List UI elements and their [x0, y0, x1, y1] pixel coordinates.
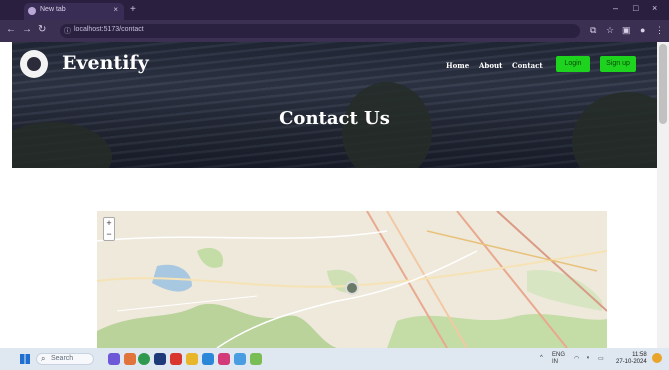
bookmark-icon[interactable]: ☆: [606, 25, 614, 36]
folder-icon[interactable]: [186, 353, 198, 365]
signup-button[interactable]: Sign up: [600, 56, 636, 72]
screen: New tab × + – □ × ← → ↻ ⓘ localhost:5173…: [0, 0, 669, 370]
map-zoom-control: + −: [103, 217, 115, 241]
site-info-icon[interactable]: ⓘ: [64, 26, 71, 36]
address-bar[interactable]: ⓘ localhost:5173/contact: [60, 24, 580, 38]
task-view-icon[interactable]: [108, 353, 120, 365]
clock-time: 11:58: [632, 352, 647, 358]
extensions-icon[interactable]: ▣: [622, 25, 631, 36]
search-icon: ⌕: [41, 354, 46, 363]
tray-language[interactable]: ENG IN: [552, 352, 565, 366]
app-icon[interactable]: [250, 353, 262, 365]
map-embed[interactable]: + −: [97, 211, 607, 348]
road: [116, 295, 258, 312]
tab-title: New tab: [40, 6, 66, 13]
start-icon[interactable]: [20, 354, 30, 364]
app-icon[interactable]: [170, 353, 182, 365]
logo-mark-icon: [27, 57, 41, 71]
hero-banner: Eventify Home About Contact Login Sign u…: [12, 42, 657, 168]
tray-chevron-icon[interactable]: ^: [540, 355, 543, 361]
install-icon[interactable]: ⧉: [590, 25, 596, 36]
zoom-in-button[interactable]: +: [104, 218, 114, 229]
tray-lang: ENG: [552, 352, 566, 358]
nav-contact[interactable]: Contact: [512, 61, 543, 70]
park-area: [197, 247, 223, 268]
search-placeholder: Search: [51, 355, 74, 362]
reload-icon[interactable]: ↻: [38, 24, 46, 35]
volume-icon[interactable]: ◖: [586, 355, 590, 361]
brand-name[interactable]: Eventify: [62, 52, 149, 74]
taskbar-search[interactable]: ⌕ Search: [36, 353, 94, 365]
widgets-icon[interactable]: [124, 353, 136, 365]
browser-toolbar: ← → ↻ ⓘ localhost:5173/contact ⧉ ☆ ▣ ● ⋮: [0, 20, 669, 42]
file-explorer-icon[interactable]: [154, 353, 166, 365]
road: [426, 230, 598, 272]
tray-region: IN: [552, 359, 558, 365]
tab-close-icon[interactable]: ×: [113, 5, 118, 14]
battery-icon[interactable]: ▭: [598, 355, 604, 362]
park-area: [387, 314, 607, 348]
park-area: [527, 270, 602, 311]
chrome-icon[interactable]: [138, 353, 150, 365]
new-tab-button[interactable]: +: [130, 4, 136, 15]
close-window-button[interactable]: ×: [652, 3, 657, 13]
windows-taskbar: ⌕ Search ^ ENG IN ◠ ◖ ▭ 11:58 27-10-2024: [0, 348, 669, 370]
taskbar-clock[interactable]: 11:58 27-10-2024: [616, 352, 647, 366]
tab-favicon-icon: [28, 7, 36, 15]
app-icon[interactable]: [218, 353, 230, 365]
wifi-icon[interactable]: ◠: [574, 355, 579, 362]
nav-about[interactable]: About: [479, 61, 502, 70]
app-icon[interactable]: [234, 353, 246, 365]
notification-icon[interactable]: [652, 353, 662, 363]
back-icon[interactable]: ←: [6, 24, 16, 35]
address-text: localhost:5173/contact: [74, 26, 144, 33]
map-tiles: [97, 211, 607, 348]
page-title: Contact Us: [279, 108, 390, 129]
scrollbar-thumb[interactable]: [659, 44, 667, 124]
nav-home[interactable]: Home: [446, 61, 469, 70]
zoom-out-button[interactable]: −: [104, 229, 114, 240]
minimize-button[interactable]: –: [613, 3, 618, 13]
map-marker-icon[interactable]: [345, 281, 359, 295]
menu-icon[interactable]: ⋮: [655, 25, 664, 36]
page-scrollbar[interactable]: [657, 42, 669, 348]
browser-tab[interactable]: New tab ×: [24, 3, 124, 20]
forward-icon[interactable]: →: [22, 24, 32, 35]
profile-icon[interactable]: ●: [640, 25, 645, 35]
maximize-button[interactable]: □: [633, 3, 638, 13]
vscode-icon[interactable]: [202, 353, 214, 365]
clock-date: 27-10-2024: [616, 359, 647, 365]
site-logo[interactable]: [20, 50, 48, 78]
browser-tabstrip: New tab × + – □ ×: [0, 0, 669, 20]
login-button[interactable]: Login: [556, 56, 590, 72]
road: [97, 230, 388, 242]
